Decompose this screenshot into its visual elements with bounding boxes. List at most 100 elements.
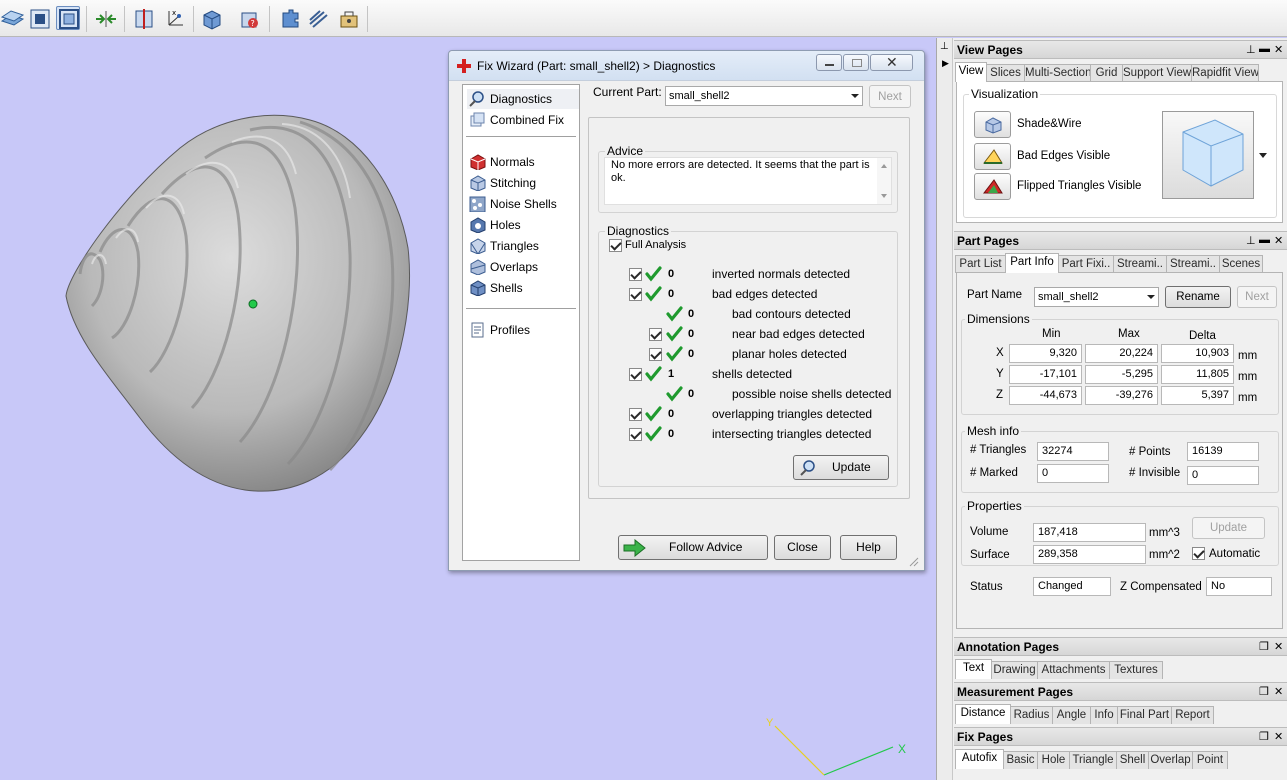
annotation-pages-header[interactable]: Annotation Pages ❐ ✕ [954,637,1287,656]
close-icon[interactable]: ✕ [1274,685,1283,698]
nav-profiles[interactable]: Profiles [467,320,579,340]
update-button[interactable]: Update [793,455,889,480]
maximize-icon[interactable]: ❐ [1259,730,1269,743]
close-icon[interactable]: ✕ [1274,730,1283,743]
shade-wire-button[interactable] [974,111,1011,138]
view-box-icon[interactable] [27,6,51,30]
part-settings-icon[interactable]: ? [237,6,261,30]
maximize-icon[interactable]: ❐ [1259,685,1269,698]
nav-shells[interactable]: Shells [467,278,579,298]
tab-basic[interactable]: Basic [1003,751,1038,769]
advice-scrollbar[interactable] [877,158,891,204]
nav-noise-shells[interactable]: Noise Shells [467,194,579,214]
diag-row-checkbox[interactable] [649,328,662,341]
cut-part-icon[interactable] [132,6,156,30]
maximize-icon[interactable]: ❐ [1259,640,1269,653]
tab-slices[interactable]: Slices [986,64,1025,82]
tab-drawing[interactable]: Drawing [991,661,1038,679]
close-button[interactable]: Close [774,535,831,560]
tab-hole[interactable]: Hole [1037,751,1070,769]
nav-holes[interactable]: Holes [467,215,579,235]
close-icon[interactable]: ✕ [1274,640,1283,653]
flipped-triangles-button[interactable] [974,173,1011,200]
close-window-button[interactable]: ✕ [870,54,913,71]
tab-radius[interactable]: Radius [1010,706,1053,724]
tab-final-part[interactable]: Final Part [1117,706,1172,724]
pin-icon[interactable]: ⊥ [1246,43,1256,56]
tab-support-view[interactable]: Support View [1122,64,1192,82]
tab-part-list[interactable]: Part List [955,255,1006,273]
close-icon[interactable]: ✕ [1274,43,1283,56]
tab-view[interactable]: View [955,62,987,82]
tab-multi-section[interactable]: Multi-Section [1024,64,1091,82]
diag-row-checkbox[interactable] [629,408,642,421]
part-next-button[interactable]: Next [1237,286,1277,308]
tab-info[interactable]: Info [1090,706,1118,724]
tab-overlap[interactable]: Overlap [1148,751,1193,769]
tab-streami[interactable]: Streami.. [1166,255,1220,273]
slices-icon[interactable] [306,6,330,30]
properties-update-button[interactable]: Update [1192,517,1265,539]
tab-text[interactable]: Text [955,659,992,679]
minimize-icon[interactable]: ▬ [1259,234,1270,246]
diag-row-checkbox[interactable] [629,288,642,301]
nav-stitching[interactable]: Stitching [467,173,579,193]
tab-attachments[interactable]: Attachments [1037,661,1110,679]
tab-textures[interactable]: Textures [1109,661,1163,679]
diag-row-checkbox[interactable] [629,428,642,441]
next-button[interactable]: Next [869,85,911,108]
view-cube-dropdown[interactable] [1256,111,1270,199]
tab-autofix[interactable]: Autofix [955,749,1004,769]
close-icon[interactable]: ✕ [1274,234,1283,247]
nav-overlaps[interactable]: Overlaps [467,257,579,277]
axes-transform-icon[interactable]: x [162,6,186,30]
nav-triangles[interactable]: Triangles [467,236,579,256]
tab-shell[interactable]: Shell [1116,751,1149,769]
nav-diagnostics[interactable]: Diagnostics [467,89,579,109]
measure-tool-icon[interactable] [336,6,360,30]
diag-row-checkbox[interactable] [629,368,642,381]
tab-angle[interactable]: Angle [1052,706,1091,724]
current-part-select[interactable]: small_shell2 [665,86,863,106]
tab-scenes[interactable]: Scenes [1219,255,1263,273]
tab-rapidfit-view[interactable]: Rapidfit View [1191,64,1259,82]
part-name-select[interactable]: small_shell2 [1034,287,1159,307]
diag-row-checkbox[interactable] [649,348,662,361]
tab-triangle[interactable]: Triangle [1069,751,1117,769]
resize-grip-icon[interactable] [907,555,919,567]
part-pages-header[interactable]: Part Pages ⊥ ▬ ✕ [954,231,1287,250]
minimize-button[interactable] [816,54,842,71]
arrow-right-icon[interactable]: ▶ [942,58,949,69]
minimize-icon[interactable]: ▬ [1259,43,1270,55]
diag-row-checkbox[interactable] [629,268,642,281]
align-icon[interactable] [93,6,117,30]
tab-distance[interactable]: Distance [955,704,1011,724]
help-button[interactable]: Help [840,535,897,560]
view-cube-preview[interactable] [1162,111,1254,199]
advice-textbox[interactable]: No more errors are detected. It seems th… [604,157,892,205]
automatic-checkbox[interactable] [1192,547,1205,560]
measurement-pages-header[interactable]: Measurement Pages ❐ ✕ [954,682,1287,701]
full-analysis-checkbox[interactable] [609,239,622,252]
bad-edges-button[interactable] [974,143,1011,170]
tab-part-fixi[interactable]: Part Fixi.. [1058,255,1114,273]
fix-pages-header[interactable]: Fix Pages ❐ ✕ [954,727,1287,746]
pin-icon[interactable]: ⊥ [1246,234,1256,247]
tab-grid[interactable]: Grid [1090,64,1123,82]
tab-streami[interactable]: Streami.. [1113,255,1167,273]
dialog-titlebar[interactable]: Fix Wizard (Part: small_shell2) > Diagno… [449,51,924,81]
view-pages-header[interactable]: View Pages ⊥ ▬ ✕ [954,40,1287,59]
part-box-icon[interactable] [199,6,223,30]
frame-view-icon[interactable] [56,6,80,30]
maximize-button[interactable] [843,54,869,71]
rename-button[interactable]: Rename [1165,286,1231,308]
fix-wizard-icon[interactable] [277,6,301,30]
nav-combined-fix[interactable]: Combined Fix [467,110,579,130]
follow-advice-button[interactable]: Follow Advice [618,535,768,560]
nav-normals[interactable]: Normals [467,152,579,172]
pin-icon[interactable]: ⊥ [940,41,949,52]
tab-report[interactable]: Report [1171,706,1214,724]
tab-part-info[interactable]: Part Info [1005,253,1059,273]
layers-icon[interactable] [0,6,25,30]
tab-point[interactable]: Point [1192,751,1228,769]
